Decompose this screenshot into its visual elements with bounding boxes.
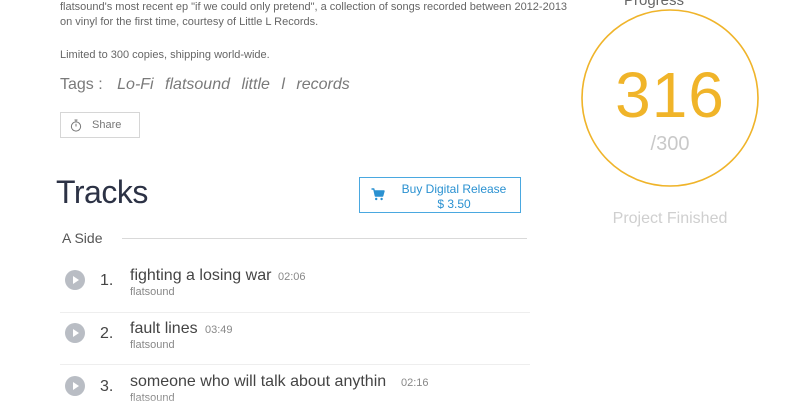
play-icon[interactable] <box>65 323 85 343</box>
description-line-2: on vinyl for the first time, courtesy of… <box>60 16 319 28</box>
description-line-3: Limited to 300 copies, shipping world-wi… <box>60 49 270 61</box>
track-row[interactable]: 1. fighting a losing war 02:06 flatsound <box>60 260 530 310</box>
buy-label: Buy Digital Release <box>401 182 507 196</box>
track-divider <box>60 364 530 365</box>
share-label: Share <box>92 119 122 131</box>
tag-records[interactable]: records <box>296 76 349 93</box>
tag-flatsound[interactable]: flatsound <box>165 76 230 93</box>
tag-lofi[interactable]: Lo-Fi <box>117 76 153 93</box>
tags-row: Tags : Lo-Fi flatsound little l records <box>60 76 357 94</box>
track-title: fighting a losing war <box>130 267 272 284</box>
tag-l[interactable]: l <box>281 76 285 93</box>
buy-digital-release-button[interactable]: Buy Digital Release $ 3.50 <box>359 177 521 213</box>
track-number: 2. <box>100 325 114 342</box>
backer-count: 316 <box>615 59 725 131</box>
share-button[interactable]: Share <box>60 112 140 138</box>
track-row[interactable]: 2. fault lines 03:49 flatsound <box>60 313 530 363</box>
stopwatch-icon <box>70 119 82 132</box>
track-title: fault lines <box>130 320 198 337</box>
track-artist: flatsound <box>130 339 175 351</box>
tag-little[interactable]: little <box>241 76 269 93</box>
play-icon[interactable] <box>65 376 85 396</box>
project-status: Project Finished <box>612 210 728 227</box>
track-duration: 02:16 <box>401 377 429 389</box>
track-duration: 03:49 <box>205 324 233 336</box>
buy-price: $ 3.50 <box>437 197 471 211</box>
play-icon[interactable] <box>65 270 85 290</box>
side-label: A Side <box>62 230 103 246</box>
backer-goal: /300 <box>650 133 690 155</box>
track-number: 1. <box>100 272 114 289</box>
tracks-heading: Tracks <box>56 174 148 210</box>
track-title: someone who will talk about anythin <box>130 373 387 390</box>
bottom-fade <box>0 396 800 417</box>
track-number: 3. <box>100 378 114 395</box>
side-divider <box>122 238 527 239</box>
track-artist: flatsound <box>130 286 175 298</box>
track-duration: 02:06 <box>278 271 306 283</box>
tags-label: Tags : <box>60 76 103 93</box>
